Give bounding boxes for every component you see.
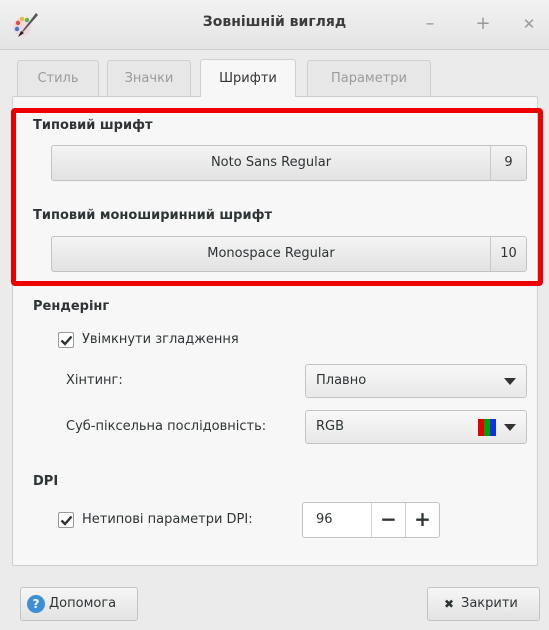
- chevron-down-icon: [504, 424, 516, 431]
- subpixel-value: RGB: [316, 419, 345, 434]
- close-button[interactable]: ✖ Закрити: [427, 587, 540, 621]
- hinting-label: Хінтинг:: [66, 373, 123, 388]
- custom-dpi-checkbox[interactable]: [58, 512, 74, 528]
- appearance-window: Зовнішній вигляд – + ✕ Стиль Значки Шриф…: [0, 0, 549, 630]
- help-icon: ?: [27, 595, 45, 613]
- help-button[interactable]: ? Допомога: [20, 587, 138, 621]
- mono-font-title: Типовий моноширинний шрифт: [33, 208, 273, 223]
- minimize-button[interactable]: –: [418, 12, 442, 36]
- close-window-button[interactable]: ✕: [517, 12, 541, 36]
- antialias-label: Увімкнути згладження: [82, 332, 239, 347]
- subpixel-label: Суб-піксельна послідовність:: [66, 419, 267, 434]
- chevron-down-icon: [504, 378, 516, 385]
- mono-font-name: Monospace Regular: [207, 246, 335, 261]
- default-font-name: Noto Sans Regular: [210, 155, 332, 170]
- custom-dpi-label: Нетипові параметри DPI:: [82, 512, 253, 527]
- antialias-checkbox[interactable]: [58, 332, 74, 348]
- subpixel-select[interactable]: RGB: [305, 410, 527, 444]
- dpi-value[interactable]: 96: [316, 503, 333, 537]
- dpi-decrement-button[interactable]: −: [371, 503, 405, 537]
- close-button-label: Закрити: [461, 596, 518, 611]
- dpi-increment-button[interactable]: +: [405, 503, 439, 537]
- dpi-title: DPI: [33, 474, 59, 489]
- mono-font-button[interactable]: Monospace Regular 10: [51, 236, 527, 272]
- tab-fonts[interactable]: Шрифти: [200, 59, 296, 97]
- window-title: Зовнішній вигляд: [202, 14, 347, 30]
- checkmark-icon: [60, 515, 73, 526]
- default-font-size: 9: [490, 146, 526, 180]
- tab-settings[interactable]: Параметри: [307, 60, 431, 96]
- default-font-button[interactable]: Noto Sans Regular 9: [51, 145, 527, 181]
- help-button-label: Допомога: [49, 596, 117, 611]
- checkmark-icon: [60, 335, 73, 346]
- close-icon: ✖: [444, 597, 455, 611]
- rgb-order-icon: [478, 419, 496, 436]
- hinting-value: Плавно: [316, 373, 367, 388]
- hinting-select[interactable]: Плавно: [305, 364, 527, 398]
- dpi-spinbox[interactable]: 96 − +: [302, 502, 440, 538]
- maximize-button[interactable]: +: [471, 12, 495, 36]
- tab-style[interactable]: Стиль: [17, 60, 99, 96]
- rendering-title: Рендерінг: [33, 299, 110, 314]
- title-bar[interactable]: Зовнішній вигляд – + ✕: [0, 0, 549, 50]
- mono-font-size: 10: [490, 237, 526, 271]
- default-font-title: Типовий шрифт: [33, 118, 153, 133]
- tab-icons[interactable]: Значки: [107, 60, 191, 96]
